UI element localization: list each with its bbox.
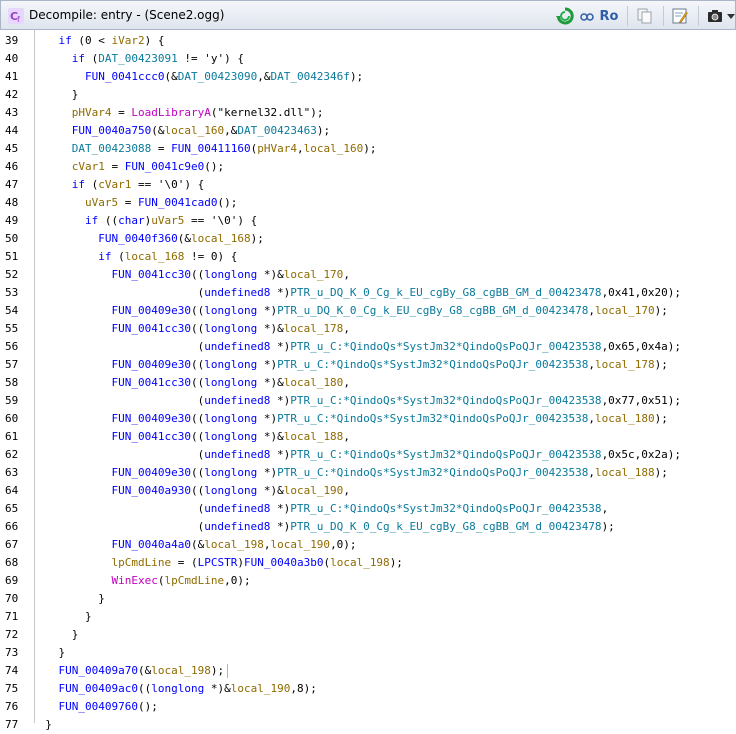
refresh-button[interactable]	[555, 6, 575, 26]
ghidra-decompile-icon: C f	[8, 8, 24, 24]
code-line: if (DAT_00423091 != 'y') {	[71, 52, 244, 65]
code-line: FUN_00409760();	[58, 700, 158, 713]
code-line: uVar5 = FUN_0041cad0();	[84, 196, 238, 209]
code-line: FUN_0041ccc0(&DAT_00423090,&DAT_0042346f…	[84, 70, 364, 83]
code-line: }	[32, 610, 92, 623]
window-title: Decompile: entry - (Scene2.ogg)	[29, 8, 225, 22]
code-line: FUN_00409e30((longlong *)PTR_u_DQ_K_0_Cg…	[111, 304, 668, 317]
edit-signature-button[interactable]	[670, 6, 690, 26]
code-line: if (local_168 != 0) {	[98, 250, 238, 263]
code-line: (undefined8 *)PTR_u_DQ_K_0_Cg_k_EU_cgBy_…	[32, 286, 682, 299]
edit-icon	[672, 8, 688, 24]
toolbar-separator	[663, 6, 664, 26]
glasses-icon	[580, 13, 594, 21]
snapshot-button[interactable]	[705, 6, 725, 26]
code-line: }	[32, 592, 105, 605]
code-line: FUN_0041cc30((longlong *)&local_180,	[111, 376, 350, 389]
code-line: FUN_00409e30((longlong *)PTR_u_C:*QindoQ…	[111, 358, 668, 371]
code-line: DAT_00423088 = FUN_00411160(pHVar4,local…	[71, 142, 377, 155]
code-line: FUN_0040a930((longlong *)&local_190,	[111, 484, 350, 497]
code-line: FUN_0041cc30((longlong *)&local_170,	[111, 268, 350, 281]
code-line: FUN_00409ac0((longlong *)&local_190,8);	[58, 682, 317, 695]
toolbar-separator	[627, 6, 628, 26]
chevron-down-icon	[727, 14, 735, 19]
decompiler-code-view[interactable]: 39 40 41 42 43 44 45 46 47 48 49 50 51 52 53 54 55 56 57 58…	[0, 30, 736, 731]
read-only-toggle[interactable]: Ro	[599, 6, 619, 26]
code-line: lpCmdLine = (LPCSTR)FUN_0040a3b0(local_1…	[111, 556, 403, 569]
code-line: FUN_00409e30((longlong *)PTR_u_C:*QindoQ…	[111, 466, 668, 479]
code-line: WinExec(lpCmdLine,0);	[111, 574, 251, 587]
code-line: FUN_0040a4a0(&local_198,local_190,0);	[111, 538, 357, 551]
code-line: cVar1 = FUN_0041c9e0();	[71, 160, 225, 173]
copy-button[interactable]	[635, 6, 655, 26]
text-cursor	[227, 664, 228, 678]
code-line: pHVar4 = LoadLibraryA("kernel32.dll");	[71, 106, 324, 119]
code-line: (undefined8 *)PTR_u_C:*QindoQs*SystJm32*…	[32, 340, 682, 353]
code-line: }	[32, 88, 79, 101]
code-line: FUN_0041cc30((longlong *)&local_178,	[111, 322, 350, 335]
code-line: FUN_00409e30((longlong *)PTR_u_C:*QindoQ…	[111, 412, 668, 425]
code-line: }	[32, 628, 79, 641]
code-line: if (cVar1 == '\0') {	[71, 178, 205, 191]
code-line: FUN_0041cc30((longlong *)&local_188,	[111, 430, 350, 443]
code-line: }	[32, 646, 66, 659]
window-titlebar: C f Decompile: entry - (Scene2.ogg) Ro	[0, 0, 736, 30]
refresh-icon	[556, 7, 574, 25]
bookmark-button[interactable]	[579, 6, 595, 26]
code-line: if ((char)uVar5 == '\0') {	[84, 214, 258, 227]
code-line: FUN_0040a750(&local_160,&DAT_00423463);	[71, 124, 331, 137]
code-line: }	[32, 718, 52, 731]
toolbar-overflow-button[interactable]	[727, 6, 735, 26]
camera-icon	[708, 10, 722, 22]
toolbar-separator	[698, 6, 699, 26]
code-line: (undefined8 *)PTR_u_DQ_K_0_Cg_k_EU_cgBy_…	[32, 520, 615, 533]
code-line: FUN_00409a70(&local_198);	[58, 664, 225, 677]
copy-icon	[637, 8, 652, 24]
code-line: (undefined8 *)PTR_u_C:*QindoQs*SystJm32*…	[32, 502, 609, 515]
code-line: FUN_0040f360(&local_168);	[98, 232, 264, 245]
code-line: (undefined8 *)PTR_u_C:*QindoQs*SystJm32*…	[32, 448, 682, 461]
svg-text:f: f	[17, 15, 20, 24]
code-line: if (0 < iVar2) {	[58, 34, 165, 47]
code-line: (undefined8 *)PTR_u_C:*QindoQs*SystJm32*…	[32, 394, 682, 407]
code-area[interactable]: if (0 < iVar2) { if (DAT_00423091 != 'y'…	[0, 30, 736, 731]
